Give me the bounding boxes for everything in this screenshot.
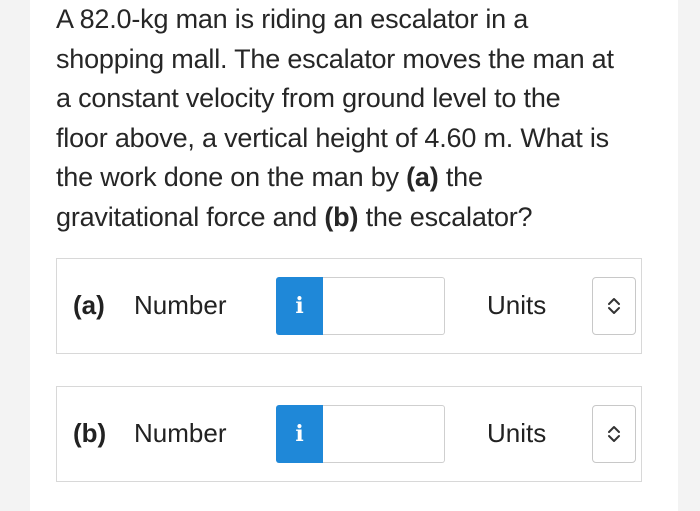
part-label: (b) (73, 418, 107, 448)
answer-row-a: (a) Number i Units (56, 258, 642, 354)
question-text-span: gravitational force and (56, 201, 325, 232)
number-label: Number (134, 418, 227, 448)
units-select[interactable] (592, 405, 636, 463)
question-part-b-marker: (b) (324, 201, 359, 232)
question-part-a-marker: (a) (406, 162, 439, 192)
question-text-span: the work done on the man by (56, 162, 407, 192)
question-text: A 82.0-kg man is riding an escalator in … (56, 0, 656, 237)
number-label: Number (134, 290, 227, 320)
info-icon[interactable]: i (276, 405, 323, 463)
units-label: Units (487, 290, 547, 320)
question-line: gravitational force and (b) the escalato… (56, 198, 656, 238)
number-input[interactable] (323, 277, 445, 335)
part-label: (a) (73, 290, 105, 320)
question-line: A 82.0-kg man is riding an escalator in … (56, 4, 529, 34)
question-text-span: the escalator? (358, 201, 533, 232)
question-line: floor above, a vertical height of 4.60 m… (56, 122, 609, 153)
number-input[interactable] (323, 405, 445, 463)
answer-row-b: (b) Number i Units (56, 386, 642, 482)
question-panel: A 82.0-kg man is riding an escalator in … (30, 0, 678, 511)
units-label: Units (487, 418, 547, 448)
question-line: the work done on the man by (a) the (56, 158, 656, 198)
chevron-up-down-icon (608, 426, 620, 442)
info-icon[interactable]: i (276, 277, 323, 335)
units-select[interactable] (592, 277, 636, 335)
question-text-span: the (438, 162, 483, 192)
chevron-up-down-icon (608, 298, 620, 314)
question-line: a constant velocity from ground level to… (56, 83, 561, 113)
question-line: shopping mall. The escalator moves the m… (56, 43, 614, 74)
